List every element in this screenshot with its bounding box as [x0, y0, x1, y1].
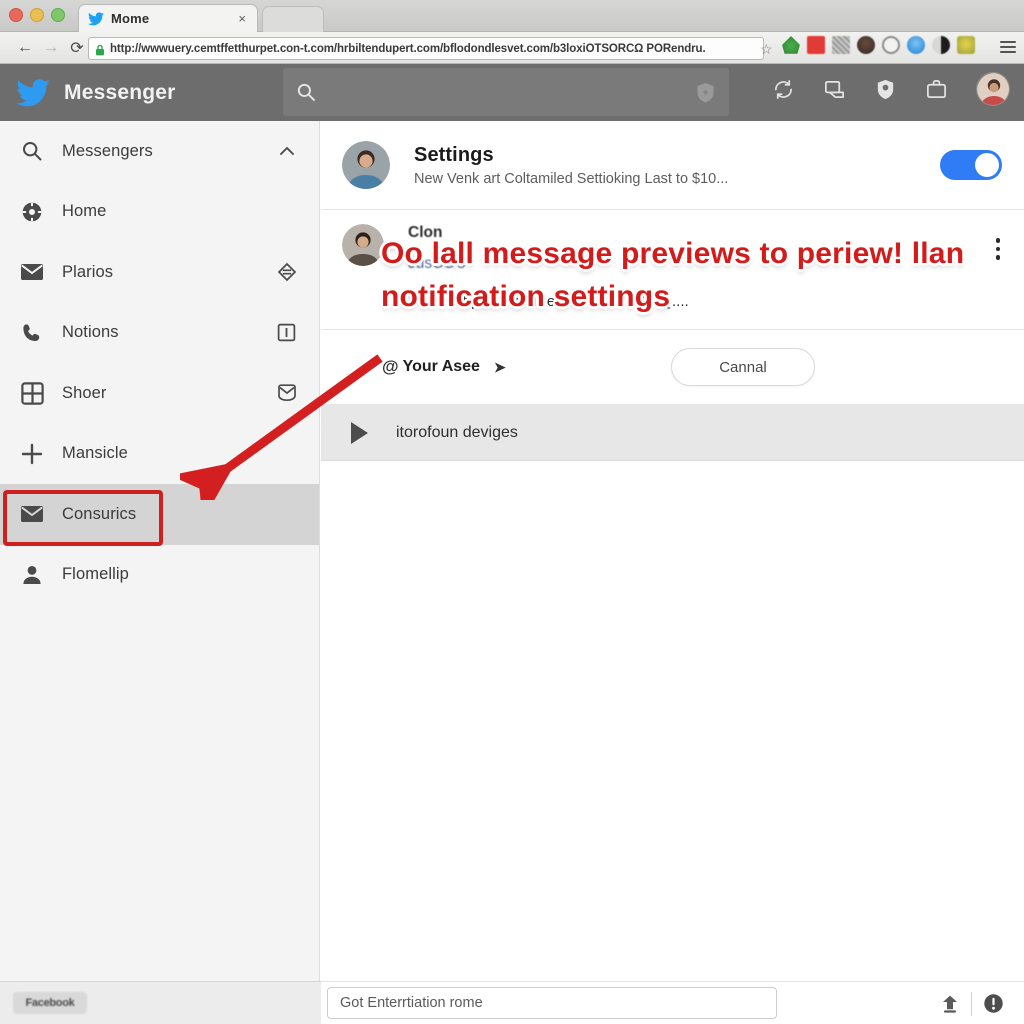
mail-icon [18, 501, 46, 527]
star-icon[interactable]: ☆ [760, 41, 773, 58]
sidebar-item-messengers[interactable]: Messengers [0, 121, 319, 182]
your-asee-link[interactable]: @ Your Asee ➤ [382, 357, 506, 377]
sidebar-item-label: Home [62, 202, 107, 221]
browser-tabstrip: Mome × [0, 0, 1024, 32]
browser-toolbar: ← → ⟳ http://wwwuery.cemtffetthurpet.con… [0, 32, 1024, 64]
ext-red-icon[interactable] [807, 36, 825, 54]
ext-dark-icon[interactable] [932, 36, 950, 54]
ext-clock-icon[interactable] [882, 36, 900, 54]
ext-yellow-icon[interactable] [957, 36, 975, 54]
sidebar-item-label: Messengers [62, 141, 153, 160]
window-controls [9, 8, 65, 22]
cancel-button[interactable]: Cannal [671, 348, 815, 386]
info-icon[interactable] [972, 982, 1014, 1024]
sidebar-item-label: Notions [62, 323, 119, 342]
plus-icon [18, 441, 46, 467]
annotation-arrow [180, 354, 383, 500]
forward-icon[interactable]: → [38, 35, 64, 61]
settings-row-subtitle: New Venk art Coltamiled Settioking Last … [414, 170, 729, 187]
close-window-button[interactable] [9, 8, 23, 22]
chevron-right-icon: ➤ [493, 358, 506, 375]
sidebar-item-label: Consurics [62, 504, 137, 523]
notification-row-body: Clon JusCC's Faker off previews mee by b… [408, 224, 1024, 329]
settings-row[interactable]: Settings New Venk art Coltamiled Settiok… [321, 121, 1024, 210]
lock-icon [95, 43, 105, 55]
search-input[interactable] [283, 68, 729, 116]
browser-tab-title: Mome [111, 11, 150, 26]
phone-icon [18, 320, 46, 346]
sidebar-item-label: Flomellip [62, 565, 129, 584]
sidebar: Messengers Home Plarios Notions Shoer Ma… [0, 121, 320, 981]
diamond-icon[interactable] [277, 262, 297, 282]
new-tab-button[interactable] [262, 6, 324, 32]
notification-line-1: Clon [408, 224, 443, 241]
header-icon-group [772, 72, 1010, 106]
upload-icon[interactable] [929, 982, 971, 1024]
page-title: Settings [414, 143, 494, 166]
avatar [342, 141, 390, 189]
extensions-tray [782, 36, 975, 54]
hamburger-icon[interactable] [1000, 41, 1016, 53]
sidebar-item-plarios[interactable]: Plarios [0, 242, 319, 303]
ext-gray-icon[interactable] [832, 36, 850, 54]
mail-icon [18, 259, 46, 285]
more-options-icon[interactable] [995, 238, 1000, 260]
chevron-up-icon[interactable] [277, 141, 297, 161]
main-content: Settings New Venk art Coltamiled Settiok… [321, 121, 1024, 981]
minimize-window-button[interactable] [30, 8, 44, 22]
compass-icon [18, 199, 46, 225]
grid-icon [18, 380, 46, 406]
person-icon [18, 562, 46, 588]
shield-icon[interactable] [874, 78, 897, 101]
inbox-icon[interactable] [823, 78, 846, 101]
sidebar-item-label: Mansicle [62, 444, 128, 463]
twitter-bird-icon [87, 11, 105, 27]
devices-row-label: itorofoun deviges [396, 423, 518, 441]
reload-icon[interactable]: ⟳ [64, 35, 90, 61]
ext-avatar-icon[interactable] [857, 36, 875, 54]
notification-settings-row[interactable]: Clon JusCC's Faker off previews mee by b… [321, 210, 1024, 330]
search-icon [18, 138, 46, 164]
close-icon[interactable]: × [235, 11, 249, 26]
maximize-window-button[interactable] [51, 8, 65, 22]
sidebar-item-label: Shoer [62, 383, 107, 402]
shield-icon[interactable] [696, 82, 715, 103]
message-tools [929, 982, 1014, 1024]
address-bar[interactable]: http://wwwuery.cemtffetthurpet.con-t.com… [88, 37, 764, 60]
search-icon [296, 82, 316, 102]
ext-green-home-icon[interactable] [782, 36, 800, 54]
action-row: @ Your Asee ➤ Cannal [321, 330, 1024, 405]
ext-blue-icon[interactable] [907, 36, 925, 54]
url-text: http://wwwuery.cemtffetthurpet.con-t.com… [110, 42, 706, 55]
your-asee-label: Your Asee [402, 358, 480, 375]
avatar[interactable] [976, 72, 1010, 106]
avatar [342, 224, 384, 266]
sidebar-item-home[interactable]: Home [0, 182, 319, 243]
facebook-badge[interactable]: Facebook [13, 992, 87, 1014]
back-icon[interactable]: ← [12, 35, 38, 61]
browser-tab[interactable]: Mome × [78, 4, 258, 32]
message-input[interactable]: Got Enterrtiation rome [327, 987, 777, 1019]
app-brand-name: Messenger [64, 80, 176, 104]
notification-line-2: JusCC's [408, 255, 466, 272]
message-compose-bar: Got Enterrtiation rome [321, 981, 1024, 1024]
twitter-bird-icon [16, 78, 52, 108]
screen-root: Mome × ← → ⟳ http://wwwuery.cemtffetthur… [0, 0, 1024, 1024]
settings-toggle[interactable] [940, 150, 1002, 180]
notification-line-3: Faker off previews mee by bec fol SSIQ..… [408, 293, 689, 310]
settings-row-text: Settings New Venk art Coltamiled Settiok… [414, 144, 1024, 187]
refresh-icon[interactable] [772, 78, 795, 101]
briefcase-icon[interactable] [925, 78, 948, 101]
toggle-knob [975, 153, 999, 177]
sidebar-item-flomellip[interactable]: Flomellip [0, 545, 319, 606]
sidebar-item-label: Plarios [62, 262, 114, 281]
devices-row[interactable]: itorofoun deviges [321, 405, 1024, 461]
